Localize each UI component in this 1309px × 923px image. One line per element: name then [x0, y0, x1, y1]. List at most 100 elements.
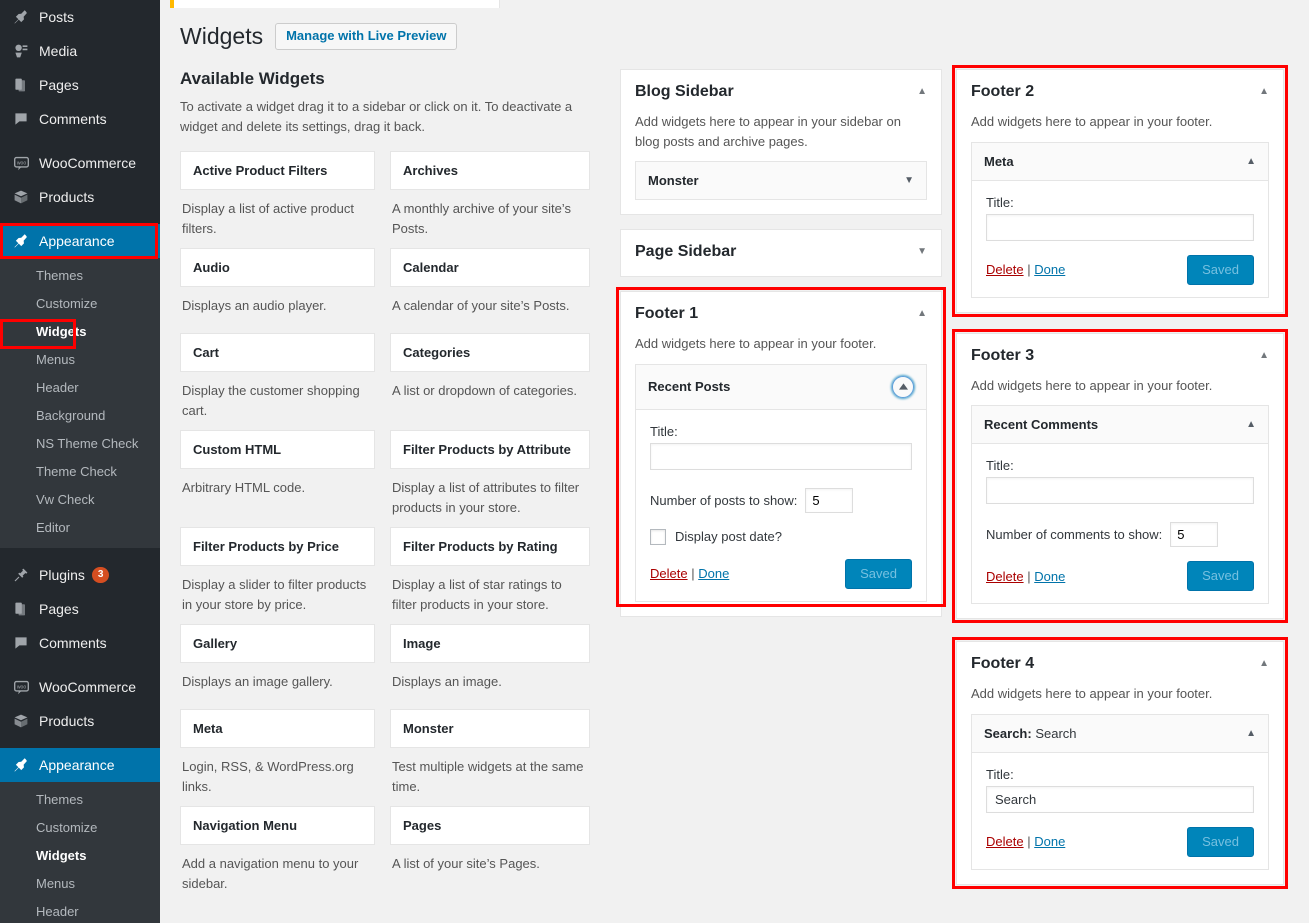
sidebar-item-plugins[interactable]: Plugins 3 [0, 558, 160, 592]
submenu-widgets[interactable]: Widgets [0, 318, 160, 346]
available-widget-custom-html[interactable]: Custom HTML [180, 430, 375, 470]
sidebar-item-pages-2[interactable]: Pages [0, 592, 160, 626]
chevron-up-icon[interactable]: ▲ [909, 304, 927, 324]
submenu-editor[interactable]: Editor [0, 514, 160, 542]
chevron-up-icon[interactable]: ▲ [1251, 82, 1269, 102]
panel-title: Footer 2 [971, 83, 1035, 100]
comments-to-show-label: Number of comments to show: [986, 527, 1163, 542]
delete-link[interactable]: Delete [986, 262, 1024, 277]
submenu-ns-theme-check[interactable]: NS Theme Check [0, 430, 160, 458]
available-widget-cart[interactable]: Cart [180, 333, 375, 373]
chevron-up-icon[interactable]: ▲ [1246, 156, 1256, 167]
available-widget-description: Add a navigation menu to your sidebar. [182, 856, 359, 891]
widget-title-input[interactable] [986, 213, 1254, 241]
submenu-theme-check[interactable]: Theme Check [0, 458, 160, 486]
available-widget-meta[interactable]: Meta [180, 709, 375, 749]
submenu-background[interactable]: Background [0, 402, 160, 430]
chevron-up-icon[interactable]: ▲ [1246, 728, 1256, 739]
available-widget-description: Arbitrary HTML code. [182, 480, 306, 496]
sidebar-item-media[interactable]: Media [0, 34, 160, 68]
panel-header[interactable]: Footer 3 ▲ [957, 334, 1283, 376]
submenu-widgets-2[interactable]: Widgets [0, 842, 160, 870]
submenu-header[interactable]: Header [0, 374, 160, 402]
widget-instance-header[interactable]: Recent Posts [636, 364, 926, 410]
delete-link[interactable]: Delete [650, 566, 688, 581]
link-separator: | [691, 566, 695, 581]
widget-instance-header[interactable]: Monster ▼ [636, 162, 926, 199]
available-widget-audio[interactable]: Audio [180, 248, 375, 288]
widget-title-input[interactable] [986, 785, 1254, 813]
panel-header[interactable]: Footer 1 ▲ [621, 292, 941, 334]
widget-actions: Delete | Done Saved [986, 826, 1254, 857]
submenu-vw-check[interactable]: Vw Check [0, 486, 160, 514]
widget-instance-title-suffix: Search [1035, 725, 1077, 741]
available-widget-navigation-menu[interactable]: Navigation Menu [180, 806, 375, 846]
chevron-up-icon[interactable]: ▲ [1251, 346, 1269, 366]
footer1-wrapper: Footer 1 ▲ Add widgets here to appear in… [616, 287, 946, 617]
available-widget-categories[interactable]: Categories [390, 333, 590, 373]
submenu-customize-2[interactable]: Customize [0, 814, 160, 842]
available-widget-description: A list or dropdown of categories. [392, 383, 577, 399]
display-post-date-checkbox[interactable] [650, 528, 666, 545]
sidebar-item-woocommerce[interactable]: woo WooCommerce [0, 146, 160, 180]
submenu-customize[interactable]: Customize [0, 290, 160, 318]
comments-to-show-input[interactable] [1170, 522, 1219, 547]
panel-header[interactable]: Blog Sidebar ▲ [621, 70, 941, 112]
submenu-menus[interactable]: Menus [0, 346, 160, 374]
submenu-menus-2[interactable]: Menus [0, 870, 160, 898]
done-link[interactable]: Done [1034, 569, 1065, 584]
sidebar-item-comments-2[interactable]: Comments [0, 626, 160, 660]
available-widget-filter-products-by-rating[interactable]: Filter Products by Rating [390, 527, 590, 567]
sidebar-item-posts[interactable]: Posts [0, 0, 160, 34]
available-widget-description: Displays an audio player. [182, 298, 327, 314]
title-label: Title: [650, 423, 678, 439]
widget-title-input[interactable] [986, 477, 1254, 504]
available-widget-monster[interactable]: Monster [390, 709, 590, 749]
available-widget-active-product-filters[interactable]: Active Product Filters [180, 151, 375, 191]
done-link[interactable]: Done [698, 566, 729, 581]
submenu-themes-2[interactable]: Themes [0, 786, 160, 814]
sidebar-item-products[interactable]: Products [0, 180, 160, 214]
available-widget-description: Display a list of attributes to filter p… [392, 480, 580, 515]
available-widget-filter-products-by-price[interactable]: Filter Products by Price [180, 527, 375, 567]
sidebar-item-comments[interactable]: Comments [0, 102, 160, 136]
available-widget-gallery[interactable]: Gallery [180, 624, 375, 664]
available-widget-filter-products-by-attribute[interactable]: Filter Products by Attribute [390, 430, 590, 470]
chevron-down-icon[interactable]: ▼ [909, 242, 927, 262]
available-widget-cell: Navigation Menu Add a navigation menu to… [180, 806, 385, 903]
delete-link[interactable]: Delete [986, 569, 1024, 584]
chevron-up-icon[interactable]: ▲ [909, 82, 927, 102]
available-widget-image[interactable]: Image [390, 624, 590, 664]
chevron-up-icon[interactable] [892, 375, 914, 398]
widget-instance-title: Recent Posts [648, 379, 731, 394]
submenu-header-2[interactable]: Header [0, 898, 160, 923]
done-link[interactable]: Done [1034, 834, 1065, 849]
available-widget-archives[interactable]: Archives [390, 151, 590, 191]
panel-header[interactable]: Footer 2 ▲ [957, 70, 1283, 112]
sidebar-item-pages[interactable]: Pages [0, 68, 160, 102]
panel-header[interactable]: Footer 4 ▲ [957, 642, 1283, 684]
manage-live-preview-button[interactable]: Manage with Live Preview [275, 23, 458, 50]
widget-instance-header[interactable]: Recent Comments ▲ [972, 406, 1268, 444]
chevron-up-icon[interactable]: ▲ [1251, 654, 1269, 674]
sidebar-item-label: Pages [39, 77, 79, 93]
available-widget-calendar[interactable]: Calendar [390, 248, 590, 288]
done-link[interactable]: Done [1034, 262, 1065, 277]
sidebars-column-2: Footer 2 ▲ Add widgets here to appear in… [952, 65, 1288, 903]
sidebar-item-woocommerce-2[interactable]: woo WooCommerce [0, 670, 160, 704]
available-widget-description: Displays an image gallery. [182, 674, 333, 690]
widget-title-input[interactable] [650, 442, 912, 470]
sidebar-item-products-2[interactable]: Products [0, 704, 160, 738]
chevron-down-icon[interactable]: ▼ [904, 175, 914, 186]
delete-link[interactable]: Delete [986, 834, 1024, 849]
panel-header[interactable]: Page Sidebar ▼ [621, 230, 941, 276]
available-widget-pages[interactable]: Pages [390, 806, 590, 846]
chevron-up-icon[interactable]: ▲ [1246, 419, 1256, 430]
panel-description: Add widgets here to appear in your foote… [971, 377, 1213, 393]
submenu-themes[interactable]: Themes [0, 262, 160, 290]
widget-instance-header[interactable]: Meta ▲ [972, 142, 1268, 181]
sidebar-item-appearance[interactable]: Appearance [0, 224, 160, 258]
sidebar-item-appearance-2[interactable]: Appearance [0, 748, 160, 782]
posts-to-show-input[interactable] [805, 487, 854, 513]
widget-instance-header[interactable]: Search: Search ▲ [972, 714, 1268, 753]
